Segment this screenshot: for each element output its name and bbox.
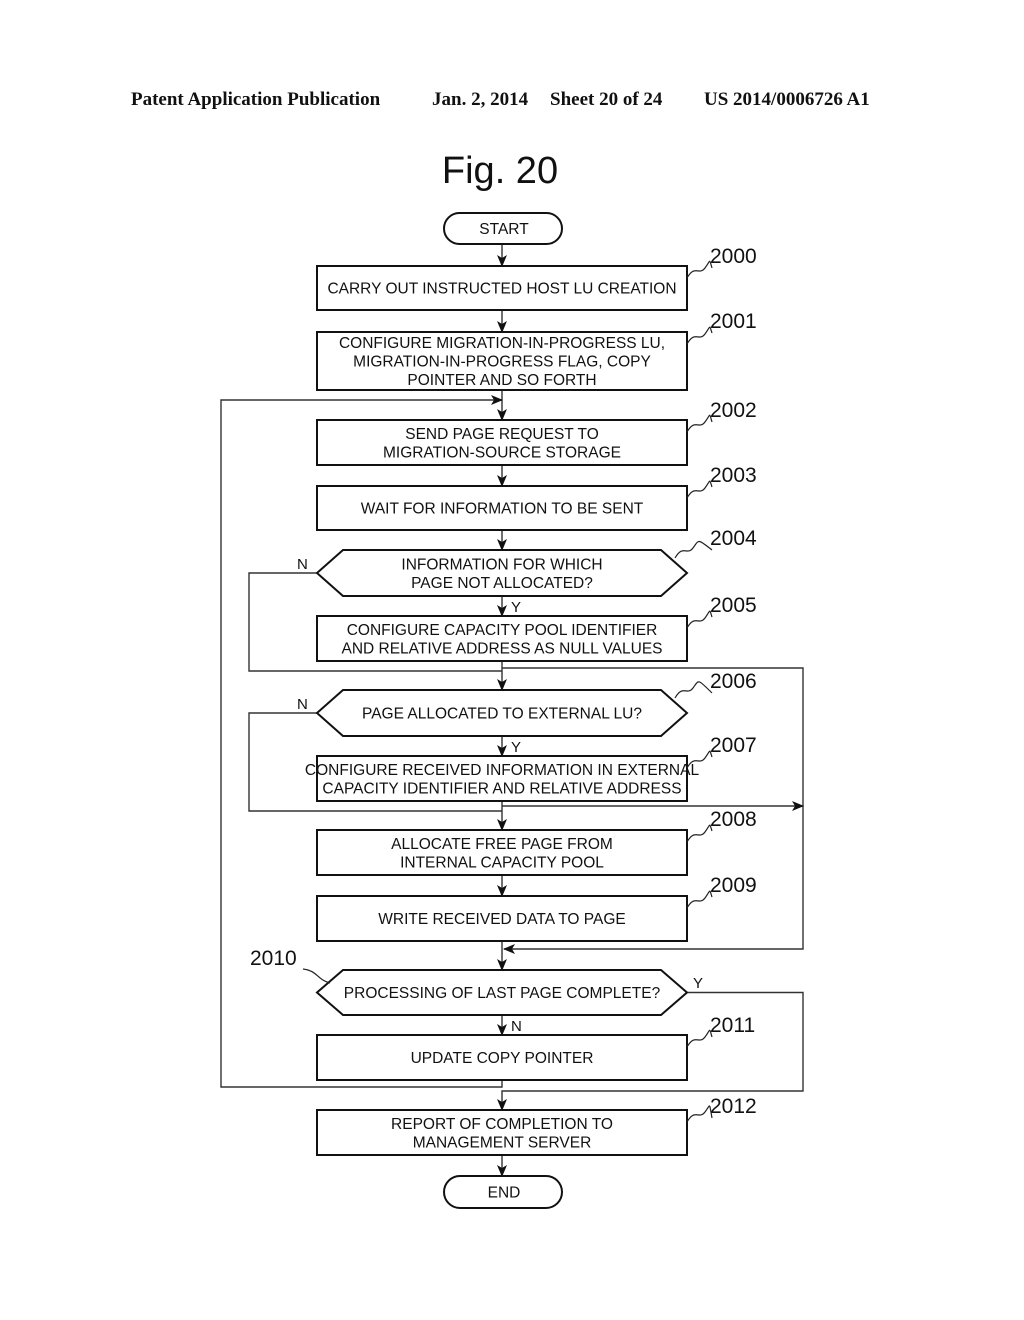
node-text-line: CONFIGURE CAPACITY POOL IDENTIFIER — [347, 622, 658, 639]
node-text-line: SEND PAGE REQUEST TO — [405, 426, 599, 443]
reference-leader-line — [686, 824, 713, 843]
node-2011: UPDATE COPY POINTER 2011 — [316, 1014, 755, 1081]
reference-number: 2004 — [710, 527, 757, 550]
reference-leader-line — [686, 480, 713, 499]
flowchart: N Y N Y Y N START CARRY OUT INSTRUCTED HOST LU… — [220, 212, 804, 1209]
node-text-line: INFORMATION FOR WHICH — [401, 556, 602, 573]
node-text-line: CARRY OUT INSTRUCTED HOST LU CREATION — [327, 281, 676, 298]
reference-number: 2003 — [710, 464, 757, 487]
node-text-line: UPDATE COPY POINTER — [411, 1050, 594, 1067]
reference-leader-line — [686, 890, 713, 909]
node-2006: PAGE ALLOCATED TO EXTERNAL LU? 2006 — [315, 670, 757, 737]
node-text-line: MANAGEMENT SERVER — [413, 1134, 592, 1151]
node-2004: INFORMATION FOR WHICH PAGE NOT ALLOCATED?… — [315, 527, 757, 597]
reference-number: 2006 — [710, 670, 757, 693]
reference-number: 2010 — [250, 947, 297, 970]
node-text-line: INTERNAL CAPACITY POOL — [400, 854, 604, 871]
reference-number: 2012 — [710, 1095, 757, 1118]
node-text-line: CONFIGURE MIGRATION-IN-PROGRESS LU, — [339, 335, 665, 352]
node-text-line: AND RELATIVE ADDRESS AS NULL VALUES — [341, 640, 662, 657]
node-text-line: PAGE NOT ALLOCATED? — [411, 575, 593, 592]
node-2001: CONFIGURE MIGRATION-IN-PROGRESS LU, MIGRA… — [316, 310, 757, 391]
yes-label: Y — [511, 599, 521, 616]
node-text-line: REPORT OF COMPLETION TO — [391, 1116, 613, 1133]
node-2002: SEND PAGE REQUEST TOMIGRATION-SOURCE STO… — [316, 399, 757, 466]
node-text-line: PROCESSING OF LAST PAGE COMPLETE? — [344, 985, 661, 1002]
yes-label: Y — [511, 739, 521, 756]
reference-leader-line — [686, 260, 713, 279]
reference-number: 2005 — [710, 594, 757, 617]
reference-number: 2000 — [710, 245, 757, 268]
node-text-line: MIGRATION-IN-PROGRESS FLAG, COPY — [353, 354, 651, 371]
node-ed: END — [443, 1175, 563, 1209]
reference-leader-line — [302, 968, 331, 984]
reference-number: 2007 — [710, 734, 757, 757]
reference-leader-line — [674, 681, 713, 699]
reference-leader-line — [686, 414, 713, 433]
reference-leader-line — [686, 326, 713, 345]
node-text-line: WAIT FOR INFORMATION TO BE SENT — [361, 501, 644, 518]
reference-leader-line — [674, 540, 713, 559]
node-text-line: ALLOCATE FREE PAGE FROM — [391, 836, 613, 853]
node-text-line: WRITE RECEIVED DATA TO PAGE — [378, 911, 625, 928]
node-2003: WAIT FOR INFORMATION TO BE SENT 2003 — [316, 464, 757, 531]
reference-leader-line — [686, 1029, 713, 1048]
node-text-line: MIGRATION-SOURCE STORAGE — [383, 444, 621, 461]
node-text-line: END — [488, 1185, 521, 1202]
no-label: N — [511, 1018, 522, 1035]
node-2000: CARRY OUT INSTRUCTED HOST LU CREATION 200… — [316, 245, 757, 311]
node-text-line: POINTER AND SO FORTH — [407, 372, 596, 389]
node-text-line: CAPACITY IDENTIFIER AND RELATIVE ADDRESS — [322, 780, 681, 797]
no-label: N — [297, 696, 308, 713]
yes-label: Y — [693, 975, 703, 992]
reference-number: 2002 — [710, 399, 757, 422]
node-text-line: CONFIGURE RECEIVED INFORMATION IN EXTERN… — [305, 762, 700, 779]
reference-number: 2008 — [710, 808, 757, 831]
reference-number: 2009 — [710, 874, 757, 897]
node-2008: ALLOCATE FREE PAGE FROMINTERNAL CAPACITY… — [316, 808, 757, 876]
node-2012: REPORT OF COMPLETION TOMANAGEMENT SERVER… — [316, 1095, 757, 1156]
node-start: START — [443, 212, 563, 245]
node-text-line: PAGE ALLOCATED TO EXTERNAL LU? — [362, 706, 642, 723]
reference-number: 2011 — [710, 1014, 755, 1037]
node-2009: WRITE RECEIVED DATA TO PAGE 2009 — [316, 874, 757, 942]
node-2005: CONFIGURE CAPACITY POOL IDENTIFIERAND RE… — [316, 594, 757, 662]
reference-leader-line — [686, 610, 713, 629]
reference-number: 2001 — [710, 310, 757, 333]
node-2010: PROCESSING OF LAST PAGE COMPLETE? 2010 — [250, 947, 689, 1016]
node-text-line: START — [479, 221, 529, 238]
node-2007: CONFIGURE RECEIVED INFORMATION IN EXTERN… — [305, 734, 757, 802]
no-label: N — [297, 556, 308, 573]
reference-leader-line — [686, 1105, 713, 1123]
